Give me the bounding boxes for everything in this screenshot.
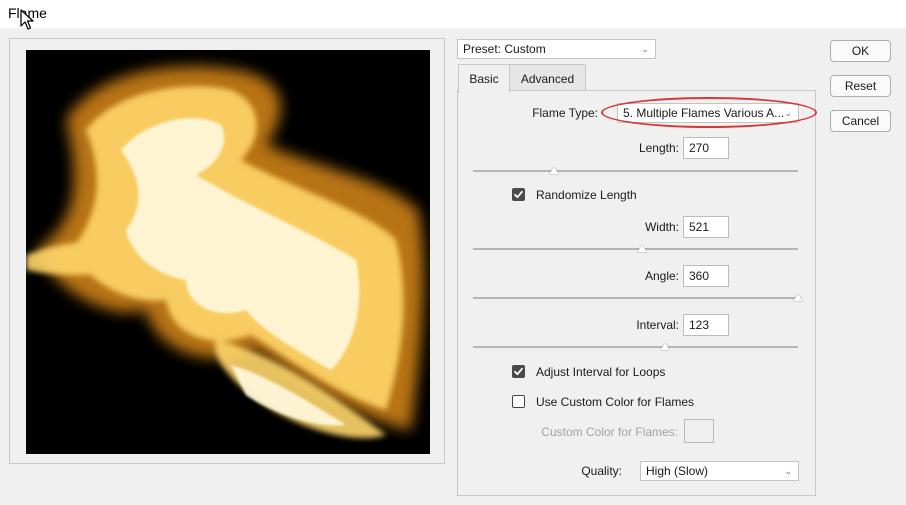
tab-advanced[interactable]: Advanced: [509, 64, 586, 92]
length-slider-thumb[interactable]: [549, 167, 560, 174]
quality-select[interactable]: High (Slow) ⌄: [640, 461, 799, 481]
width-slider-track[interactable]: [473, 248, 798, 250]
interval-slider-thumb[interactable]: [659, 343, 670, 350]
width-label: Width:: [644, 220, 679, 234]
cancel-button[interactable]: Cancel: [830, 110, 891, 132]
ok-button[interactable]: OK: [830, 40, 891, 62]
chevron-down-icon: ⌄: [784, 466, 792, 476]
custom-color-swatch: [684, 419, 714, 443]
width-input[interactable]: 521: [683, 216, 729, 238]
title-bar: [0, 0, 906, 28]
adjust-interval-checkbox[interactable]: [512, 365, 525, 378]
length-slider-track[interactable]: [473, 170, 798, 172]
angle-slider-track[interactable]: [473, 297, 798, 299]
interval-slider-track[interactable]: [473, 346, 798, 348]
quality-value: High (Slow): [646, 464, 709, 478]
flame-type-label: Flame Type:: [532, 106, 598, 120]
randomize-length-label: Randomize Length: [536, 188, 637, 202]
reset-button[interactable]: Reset: [830, 75, 891, 97]
angle-label: Angle:: [644, 269, 679, 283]
chevron-down-icon: ⌄: [641, 44, 649, 54]
tab-basic-label: Basic: [469, 72, 499, 86]
preset-select[interactable]: Preset: Custom ⌄: [457, 39, 656, 59]
custom-color-checkbox[interactable]: [512, 395, 525, 408]
tab-basic[interactable]: Basic: [458, 64, 510, 93]
flame-preview: [26, 50, 430, 454]
adjust-interval-label: Adjust Interval for Loops: [536, 365, 666, 379]
tab-advanced-label: Advanced: [520, 72, 575, 86]
interval-input[interactable]: 123: [683, 314, 729, 336]
custom-color-swatch-label: Custom Color for Flames:: [541, 425, 678, 439]
length-input[interactable]: 270: [683, 137, 729, 159]
checkmark-icon: [514, 367, 523, 376]
preset-select-value: Preset: Custom: [463, 42, 546, 56]
angle-slider-thumb[interactable]: [793, 294, 803, 301]
highlight-ellipse: [601, 97, 817, 128]
custom-color-label: Use Custom Color for Flames: [536, 395, 695, 409]
mouse-cursor-icon: [20, 9, 36, 31]
length-label: Length:: [638, 141, 679, 155]
angle-input[interactable]: 360: [683, 265, 729, 287]
width-slider-thumb[interactable]: [637, 245, 647, 252]
randomize-length-checkbox[interactable]: [512, 188, 525, 201]
quality-label: Quality:: [581, 464, 622, 478]
checkmark-icon: [514, 190, 523, 199]
interval-label: Interval:: [636, 318, 679, 332]
